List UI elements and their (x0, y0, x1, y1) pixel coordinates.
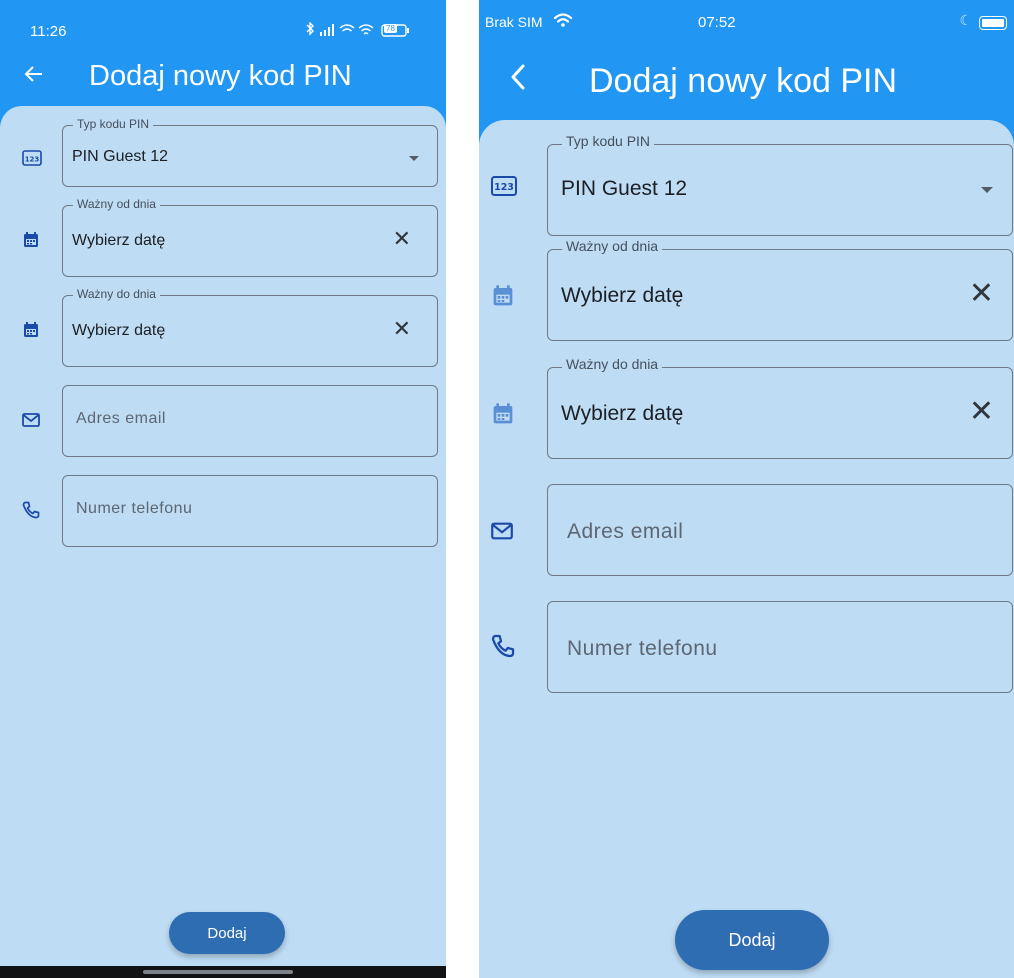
valid-to-value: Wybierz datę (72, 322, 166, 339)
clear-date-icon[interactable]: ✕ (393, 316, 411, 342)
phone-icon (491, 634, 515, 663)
valid-to-value: Wybierz datę (561, 402, 684, 425)
pin-type-value: PIN Guest 12 (72, 148, 169, 165)
svg-text:123: 123 (494, 182, 514, 193)
form-body: 123 Typ kodu PIN PIN Guest 12 Ważny od d… (479, 120, 1014, 978)
pin-type-icon: 123 (22, 150, 42, 171)
valid-to-field[interactable]: Ważny do dnia Wybierz datę ✕ (62, 287, 438, 367)
svg-text:123: 123 (25, 156, 40, 164)
back-button[interactable] (507, 60, 529, 103)
page-title: Dodaj nowy kod PIN (589, 62, 898, 100)
pin-type-label: Typ kodu PIN (73, 117, 154, 131)
calendar-icon (22, 231, 40, 254)
pin-type-value: PIN Guest 12 (561, 177, 688, 200)
nav-bar (0, 966, 446, 978)
email-input[interactable]: Adres email (62, 385, 438, 457)
email-icon (22, 413, 40, 432)
battery-level: 78 (384, 24, 397, 33)
valid-to-label: Ważny do dnia (73, 287, 160, 301)
clear-date-icon[interactable]: ✕ (969, 276, 994, 311)
email-input[interactable]: Adres email (547, 484, 1013, 576)
moon-icon: ☾ (959, 12, 972, 28)
home-indicator[interactable] (143, 970, 293, 974)
calendar-icon (491, 284, 515, 313)
pin-type-select[interactable]: Typ kodu PIN PIN Guest 12 (547, 133, 1013, 236)
phone-placeholder: Numer telefonu (76, 500, 193, 517)
email-icon (491, 522, 513, 545)
battery-icon (979, 16, 1007, 30)
phone-icon (22, 501, 40, 524)
valid-from-field[interactable]: Ważny od dnia Wybierz datę ✕ (547, 238, 1013, 341)
wifi-icon (553, 12, 573, 33)
clear-date-icon[interactable]: ✕ (969, 394, 994, 429)
valid-to-label: Ważny do dnia (562, 356, 663, 372)
status-time: 11:26 (30, 23, 67, 40)
ios-screen: Brak SIM 07:52 ☾ Dodaj nowy kod PIN 123 … (479, 0, 1014, 978)
carrier-text: Brak SIM (485, 14, 543, 30)
valid-to-field[interactable]: Ważny do dnia Wybierz datę ✕ (547, 356, 1013, 459)
valid-from-label: Ważny od dnia (73, 197, 160, 211)
valid-from-label: Ważny od dnia (562, 238, 663, 254)
arrow-left-icon (24, 66, 42, 82)
add-button[interactable]: Dodaj (675, 910, 829, 970)
valid-from-value: Wybierz datę (72, 232, 166, 249)
pin-type-label: Typ kodu PIN (562, 133, 655, 149)
page-title: Dodaj nowy kod PIN (89, 60, 352, 92)
android-screen: 11:26 78 Dodaj nowy kod PIN 123 Typ kodu… (0, 0, 446, 978)
signal-wifi-icon (306, 21, 409, 37)
valid-from-field[interactable]: Ważny od dnia Wybierz datę ✕ (62, 197, 438, 277)
calendar-icon (491, 402, 515, 431)
status-icons: 78 (304, 21, 416, 41)
valid-from-value: Wybierz datę (561, 284, 684, 307)
pin-type-icon: 123 (491, 176, 517, 201)
dropdown-arrow-icon (409, 156, 419, 161)
pin-type-select[interactable]: Typ kodu PIN PIN Guest 12 (62, 117, 438, 187)
back-button[interactable] (22, 62, 46, 93)
calendar-icon (22, 321, 40, 344)
dropdown-arrow-icon (981, 187, 993, 193)
phone-input[interactable]: Numer telefonu (547, 601, 1013, 693)
status-time: 07:52 (698, 14, 736, 31)
clear-date-icon[interactable]: ✕ (393, 226, 411, 252)
add-button[interactable]: Dodaj (169, 912, 285, 954)
email-placeholder: Adres email (567, 520, 684, 543)
chevron-left-icon (511, 64, 525, 90)
phone-placeholder: Numer telefonu (567, 637, 718, 660)
phone-input[interactable]: Numer telefonu (62, 475, 438, 547)
email-placeholder: Adres email (76, 410, 166, 427)
form-body: 123 Typ kodu PIN PIN Guest 12 Ważny od d… (0, 106, 446, 966)
